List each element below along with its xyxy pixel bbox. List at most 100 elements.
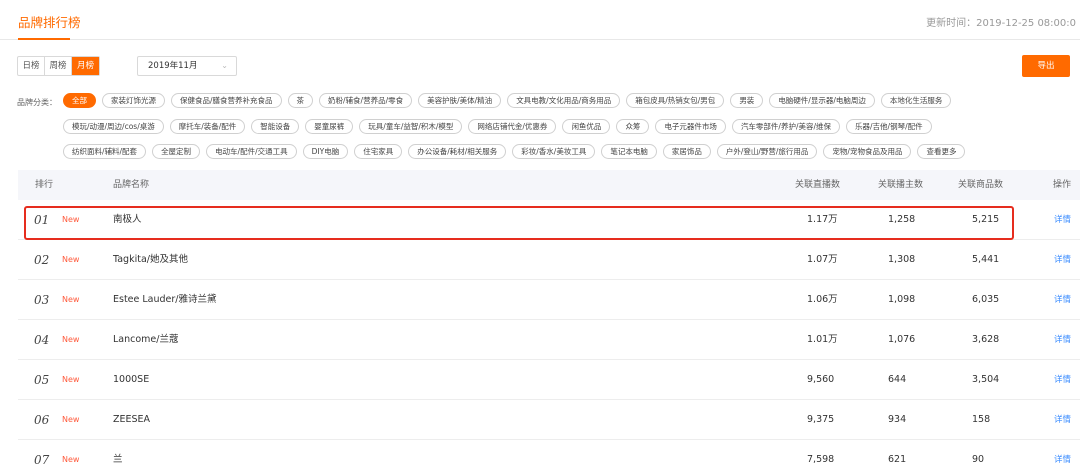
category-pill[interactable]: 男装 bbox=[730, 93, 764, 108]
category-row: 全部 家装灯饰光源 保健食品/膳食营养补充食品茶奶粉/辅食/营养品/零食 美容护肤/美… bbox=[63, 93, 952, 108]
category-pill[interactable]: 网络店铺代金/优惠券 bbox=[468, 119, 557, 134]
export-button[interactable]: 导出 bbox=[1022, 55, 1070, 77]
product-count: 6,035 bbox=[972, 294, 1000, 305]
highlight-box bbox=[24, 206, 1014, 240]
detail-link[interactable]: 详情 bbox=[1054, 240, 1071, 280]
category-pill[interactable]: 乐器/吉他/钢琴/配件 bbox=[846, 119, 932, 134]
category-pill[interactable]: 婴童尿裤 bbox=[305, 119, 354, 134]
live-count: 1.06万 bbox=[807, 294, 838, 305]
category-pill[interactable]: 保健食品/膳食营养补充食品 bbox=[171, 93, 282, 108]
tab-daily[interactable]: 日榜 bbox=[18, 57, 45, 75]
table-row[interactable]: 04 New Lancome/兰蔻 1.01万 1,076 3,628 详情 bbox=[18, 320, 1080, 360]
anchor-count: 1,098 bbox=[888, 294, 916, 305]
category-pill[interactable]: 笔记本电脑 bbox=[601, 144, 657, 159]
column-anchor-count[interactable]: 关联播主数 bbox=[878, 170, 923, 200]
column-rank: 排行 bbox=[35, 180, 54, 190]
product-count: 158 bbox=[972, 414, 991, 425]
column-product-count[interactable]: 关联商品数 bbox=[958, 170, 1003, 200]
new-badge: New bbox=[62, 375, 80, 384]
table-row[interactable]: 06 New ZEESEA 9,375 934 158 详情 bbox=[18, 400, 1080, 440]
table-row[interactable]: 02 New Tagkita/她及其他 1.07万 1,308 5,441 详情 bbox=[18, 240, 1080, 280]
category-pill[interactable]: 奶粉/辅食/营养品/零食 bbox=[319, 93, 413, 108]
category-pill[interactable]: 户外/登山/野营/旅行用品 bbox=[716, 144, 818, 159]
product-count: 5,441 bbox=[972, 254, 1000, 265]
anchor-count: 621 bbox=[888, 454, 907, 465]
chevron-down-icon: ⌄ bbox=[221, 61, 228, 70]
category-pill[interactable]: 众筹 bbox=[616, 119, 650, 134]
product-count: 90 bbox=[972, 454, 985, 465]
tab-monthly[interactable]: 月榜 bbox=[72, 57, 99, 75]
detail-link[interactable]: 详情 bbox=[1054, 200, 1071, 240]
rank-number: 02 bbox=[34, 253, 50, 267]
filter-controls: 日榜 周榜 月榜 2019年11月 ⌄ 导出 bbox=[0, 50, 1080, 80]
category-row: 模玩/动漫/周边/cos/桌游 摩托车/装备/配件 智能设备 婴童尿裤 玩具/童车/益智… bbox=[63, 119, 932, 134]
category-pill[interactable]: 汽车零部件/养护/美容/维保 bbox=[731, 119, 841, 134]
new-badge: New bbox=[62, 415, 80, 424]
table-row[interactable]: 07 New 兰 7,598 621 90 详情 bbox=[18, 440, 1080, 474]
detail-link[interactable]: 详情 bbox=[1054, 440, 1071, 474]
category-pill[interactable]: 摩托车/装备/配件 bbox=[169, 119, 246, 134]
rank-number: 06 bbox=[34, 413, 50, 427]
live-count: 9,560 bbox=[807, 374, 835, 385]
category-pill[interactable]: 电脑硬件/显示器/电脑周边 bbox=[769, 93, 875, 108]
tab-weekly[interactable]: 周榜 bbox=[45, 57, 72, 75]
column-live-count[interactable]: 关联直播数 bbox=[795, 170, 840, 200]
rank-number: 04 bbox=[34, 333, 50, 347]
category-pill[interactable]: 住宅家具 bbox=[354, 144, 403, 159]
category-row: 纺织面料/辅料/配套 全屋定制 电动车/配件/交通工具 DIY电脑 住宅家具 办公设备/耗… bbox=[63, 144, 966, 159]
live-count: 1.01万 bbox=[807, 334, 838, 345]
category-pill[interactable]: 全屋定制 bbox=[152, 144, 201, 159]
column-brand: 品牌名称 bbox=[113, 180, 150, 190]
page-header: 品牌排行榜 更新时间：2019-12-25 08:00:0 bbox=[0, 0, 1080, 40]
table-header: 排行 品牌名称 关联直播数 关联播主数 关联商品数 操作 bbox=[18, 170, 1080, 200]
category-pill[interactable]: 本地化生活服务 bbox=[880, 93, 952, 108]
brand-name: Tagkita/她及其他 bbox=[113, 254, 188, 265]
new-badge: New bbox=[62, 295, 80, 304]
anchor-count: 1,076 bbox=[888, 334, 916, 345]
new-badge: New bbox=[62, 335, 80, 344]
category-pill[interactable]: 电子元器件市场 bbox=[655, 119, 726, 134]
brand-name: 1000SE bbox=[113, 374, 150, 385]
live-count: 1.07万 bbox=[807, 254, 838, 265]
category-pill[interactable]: 办公设备/耗材/相关服务 bbox=[408, 144, 507, 159]
detail-link[interactable]: 详情 bbox=[1054, 360, 1071, 400]
category-pill[interactable]: 玩具/童车/益智/积木/模型 bbox=[359, 119, 463, 134]
category-pill[interactable]: DIY电脑 bbox=[302, 144, 349, 159]
category-pill[interactable]: 文具电教/文化用品/商务用品 bbox=[507, 93, 621, 108]
table-row[interactable]: 03 New Estee Lauder/雅诗兰黛 1.06万 1,098 6,035 详情 bbox=[18, 280, 1080, 320]
category-pill[interactable]: 纺织面料/辅料/配套 bbox=[63, 144, 147, 159]
category-pill[interactable]: 模玩/动漫/周边/cos/桌游 bbox=[63, 119, 164, 134]
new-badge: New bbox=[62, 255, 80, 264]
category-pill[interactable]: 家居饰品 bbox=[662, 144, 711, 159]
category-pill[interactable]: 电动车/配件/交通工具 bbox=[206, 144, 297, 159]
category-pill[interactable]: 闲鱼优品 bbox=[562, 119, 611, 134]
category-pill[interactable]: 家装灯饰光源 bbox=[102, 93, 165, 108]
anchor-count: 934 bbox=[888, 414, 907, 425]
anchor-count: 644 bbox=[888, 374, 907, 385]
product-count: 3,628 bbox=[972, 334, 1000, 345]
category-pill[interactable]: 彩妆/香水/美妆工具 bbox=[512, 144, 596, 159]
category-pill[interactable]: 美容护肤/美体/精油 bbox=[418, 93, 502, 108]
rank-number: 03 bbox=[34, 293, 50, 307]
brand-name: 兰 bbox=[113, 454, 123, 465]
anchor-count: 1,308 bbox=[888, 254, 916, 265]
category-pill[interactable]: 智能设备 bbox=[251, 119, 300, 134]
active-tab-underline bbox=[18, 38, 70, 40]
product-count: 3,504 bbox=[972, 374, 1000, 385]
detail-link[interactable]: 详情 bbox=[1054, 320, 1071, 360]
brand-name: Lancome/兰蔻 bbox=[113, 334, 179, 345]
detail-link[interactable]: 详情 bbox=[1054, 400, 1071, 440]
brand-name: Estee Lauder/雅诗兰黛 bbox=[113, 294, 217, 305]
category-pill[interactable]: 全部 bbox=[63, 93, 96, 108]
live-count: 9,375 bbox=[807, 414, 835, 425]
table-row[interactable]: 05 New 1000SE 9,560 644 3,504 详情 bbox=[18, 360, 1080, 400]
month-select-value: 2019年11月 bbox=[148, 61, 198, 71]
page-title[interactable]: 品牌排行榜 bbox=[18, 12, 81, 31]
category-pill[interactable]: 茶 bbox=[287, 93, 314, 108]
category-pill[interactable]: 宠物/宠物食品及用品 bbox=[823, 144, 912, 159]
detail-link[interactable]: 详情 bbox=[1054, 280, 1071, 320]
category-pill[interactable]: 查看更多 bbox=[917, 144, 966, 159]
month-select[interactable]: 2019年11月 ⌄ bbox=[137, 56, 237, 76]
category-pill[interactable]: 箱包皮具/热销女包/男包 bbox=[626, 93, 725, 108]
rank-number: 05 bbox=[34, 373, 50, 387]
